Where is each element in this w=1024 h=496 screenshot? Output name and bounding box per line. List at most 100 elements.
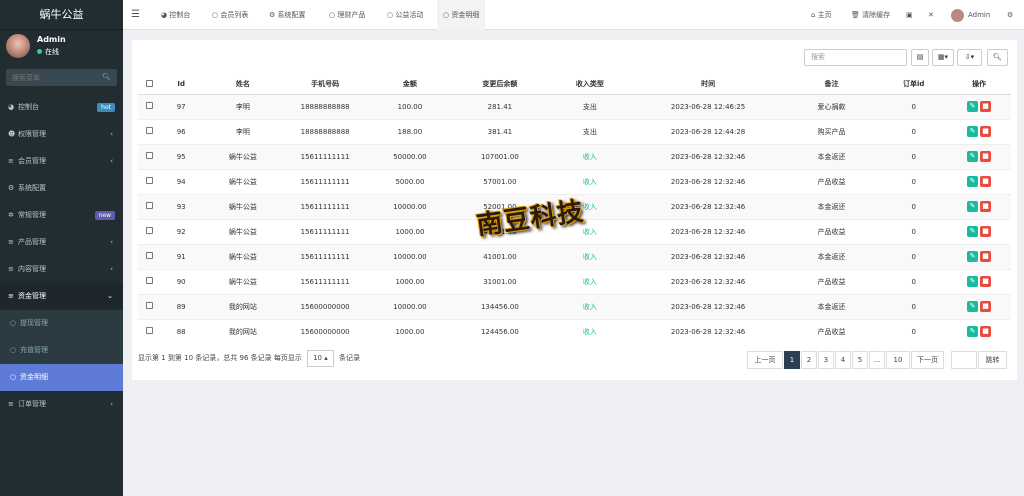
column-header[interactable]: 订单id [880, 75, 948, 95]
row-checkbox[interactable] [138, 93, 161, 119]
row-checkbox[interactable] [138, 218, 161, 244]
table-cell: 57001.00 [453, 168, 547, 194]
delete-icon[interactable]: ■ [980, 151, 992, 162]
delete-icon[interactable]: ■ [980, 326, 992, 338]
sidebar-item-6[interactable]: ≡ 内容管理 ‹ [0, 256, 123, 283]
table-row[interactable]: 90 蜗牛公益 15611111111 1000.00 31001.00 收入 2023-0… [138, 268, 1011, 294]
submenu-item-1[interactable]: ○ 充值管理 [0, 337, 123, 364]
table-row[interactable]: 88 我的网站 15600000000 1000.00 124456.00 收入 2023-… [138, 318, 1011, 344]
menu-toggle-icon[interactable]: ☰ [131, 0, 140, 30]
admin-menu[interactable]: Admin [951, 0, 990, 30]
edit-icon[interactable]: ✎ [967, 201, 979, 212]
row-checkbox[interactable] [138, 118, 161, 144]
jump-button[interactable]: 跳转 [978, 351, 1007, 369]
page-link[interactable]: 4 [835, 351, 851, 369]
delete-icon[interactable]: ■ [980, 276, 992, 287]
table-row[interactable]: 91 蜗牛公益 15611111111 10000.00 41001.00 收入 2023-… [138, 243, 1011, 269]
settings-gear-icon[interactable]: ⚙ [1007, 0, 1013, 30]
edit-icon[interactable]: ✎ [967, 301, 979, 312]
tab-1[interactable]: ○ 会员列表 [206, 0, 254, 30]
tab-4[interactable]: ○ 公益活动 [381, 0, 429, 30]
page-link[interactable]: 2 [801, 351, 817, 369]
table-cell: 2023-06-28 12:32:46 [633, 193, 783, 219]
column-header[interactable]: 姓名 [201, 75, 284, 95]
sidebar-item-100[interactable]: ≡ 订单管理 ‹ [0, 391, 123, 418]
column-header[interactable]: 操作 [947, 75, 1011, 95]
delete-icon[interactable]: ■ [980, 201, 992, 212]
tab-5[interactable]: ○ 资金明细 [437, 0, 486, 30]
select-all-checkbox[interactable] [138, 75, 161, 95]
delete-icon[interactable]: ■ [980, 301, 992, 312]
edit-icon[interactable]: ✎ [967, 126, 979, 137]
edit-icon[interactable]: ✎ [967, 276, 979, 287]
page-size-select[interactable]: 10 ▴ [307, 350, 334, 367]
column-header[interactable]: 时间 [633, 75, 783, 95]
page-link[interactable]: 上一页 [747, 351, 783, 369]
brand-logo[interactable]: 蜗牛公益 [0, 0, 123, 30]
row-checkbox[interactable] [138, 293, 161, 319]
fullscreen-icon[interactable]: ✕ [928, 0, 934, 30]
table-cell: 蜗牛公益 [201, 218, 284, 244]
page-link[interactable]: 1 [784, 351, 800, 369]
page-link[interactable]: ... [869, 351, 885, 369]
row-checkbox[interactable] [138, 318, 161, 344]
advanced-search-icon[interactable]: 🔍︎ [987, 49, 1008, 66]
table-cell: 0 [880, 93, 948, 119]
delete-icon[interactable]: ■ [980, 226, 992, 237]
table-row[interactable]: 95 蜗牛公益 15611111111 50000.00 107001.00 收入 2023… [138, 143, 1011, 169]
submenu-item-0[interactable]: ○ 提现管理 [0, 310, 123, 337]
tab-3[interactable]: ○ 理财产品 [323, 0, 371, 30]
column-header[interactable]: Id [160, 75, 202, 95]
sidebar-item-2[interactable]: ≡ 会员管理 ‹ [0, 148, 123, 175]
table-cell: 产品收益 [782, 318, 881, 344]
edit-icon[interactable]: ✎ [967, 151, 979, 162]
sidebar-item-5[interactable]: ≡ 产品管理 ‹ [0, 229, 123, 256]
page-link[interactable]: 3 [818, 351, 834, 369]
sidebar-item-0[interactable]: ◕ 控制台 hot [0, 94, 123, 121]
table-search-input[interactable]: 搜索 [804, 49, 907, 66]
table-row[interactable]: 89 我的网站 15600000000 10000.00 134456.00 收入 2023… [138, 293, 1011, 319]
delete-icon[interactable]: ■ [980, 251, 992, 262]
page-link[interactable]: 10 [886, 351, 910, 369]
edit-icon[interactable]: ✎ [967, 226, 979, 237]
delete-icon[interactable]: ■ [980, 126, 992, 137]
tab-2[interactable]: ⚙ 系统配置 [263, 0, 312, 30]
row-checkbox[interactable] [138, 268, 161, 294]
jump-page-input[interactable] [951, 351, 977, 369]
home-link[interactable]: ⌂ 主页 [811, 0, 832, 30]
sidebar-item-4[interactable]: ✲ 常规管理 new [0, 202, 123, 229]
row-checkbox[interactable] [138, 168, 161, 194]
delete-icon[interactable]: ■ [980, 176, 992, 187]
table-row[interactable]: 94 蜗牛公益 15611111111 5000.00 57001.00 收入 2023-0… [138, 168, 1011, 194]
sidebar-item-7[interactable]: ≡ 资金管理 ⌄ [0, 283, 123, 310]
sidebar-item-3[interactable]: ⚙ 系统配置 [0, 175, 123, 202]
toggle-view-icon[interactable]: ▤ [911, 49, 929, 66]
search-icon[interactable]: 🔍︎ [102, 73, 111, 81]
sidebar-search-input[interactable] [6, 69, 96, 86]
tab-0[interactable]: ◕ 控制台 [155, 0, 196, 30]
table-row[interactable]: 97 李明 18888888888 100.00 281.41 支出 2023-06-28 … [138, 93, 1011, 119]
column-header[interactable]: 手机号码 [283, 75, 367, 95]
list-icon: ≡ [8, 400, 14, 408]
row-checkbox[interactable] [138, 143, 161, 169]
edit-icon[interactable]: ✎ [967, 176, 979, 187]
clear-cache-button[interactable]: 🗑︎ 清除缓存 [851, 0, 890, 30]
delete-icon[interactable]: ■ [980, 101, 992, 112]
column-header[interactable]: 备注 [782, 75, 881, 95]
column-header[interactable]: 收入类型 [546, 75, 634, 95]
edit-icon[interactable]: ✎ [967, 326, 979, 338]
row-checkbox[interactable] [138, 243, 161, 269]
submenu-item-2[interactable]: ○ 资金明细 [0, 364, 123, 391]
theme-icon[interactable]: ▣ [906, 0, 913, 30]
table-row[interactable]: 96 李明 18888888888 188.00 381.41 支出 2023-06-28 … [138, 118, 1011, 144]
column-header[interactable]: 金额 [366, 75, 454, 95]
columns-dropdown-icon[interactable]: ▦▾ [932, 49, 954, 66]
page-link[interactable]: 5 [852, 351, 868, 369]
row-checkbox[interactable] [138, 193, 161, 219]
edit-icon[interactable]: ✎ [967, 251, 979, 262]
column-header[interactable]: 变更后余额 [453, 75, 547, 95]
export-dropdown-icon[interactable]: ⇩▾ [957, 49, 982, 66]
sidebar-item-1[interactable]: ☻ 权限管理 ‹ [0, 121, 123, 148]
edit-icon[interactable]: ✎ [967, 101, 979, 112]
page-link[interactable]: 下一页 [911, 351, 944, 369]
